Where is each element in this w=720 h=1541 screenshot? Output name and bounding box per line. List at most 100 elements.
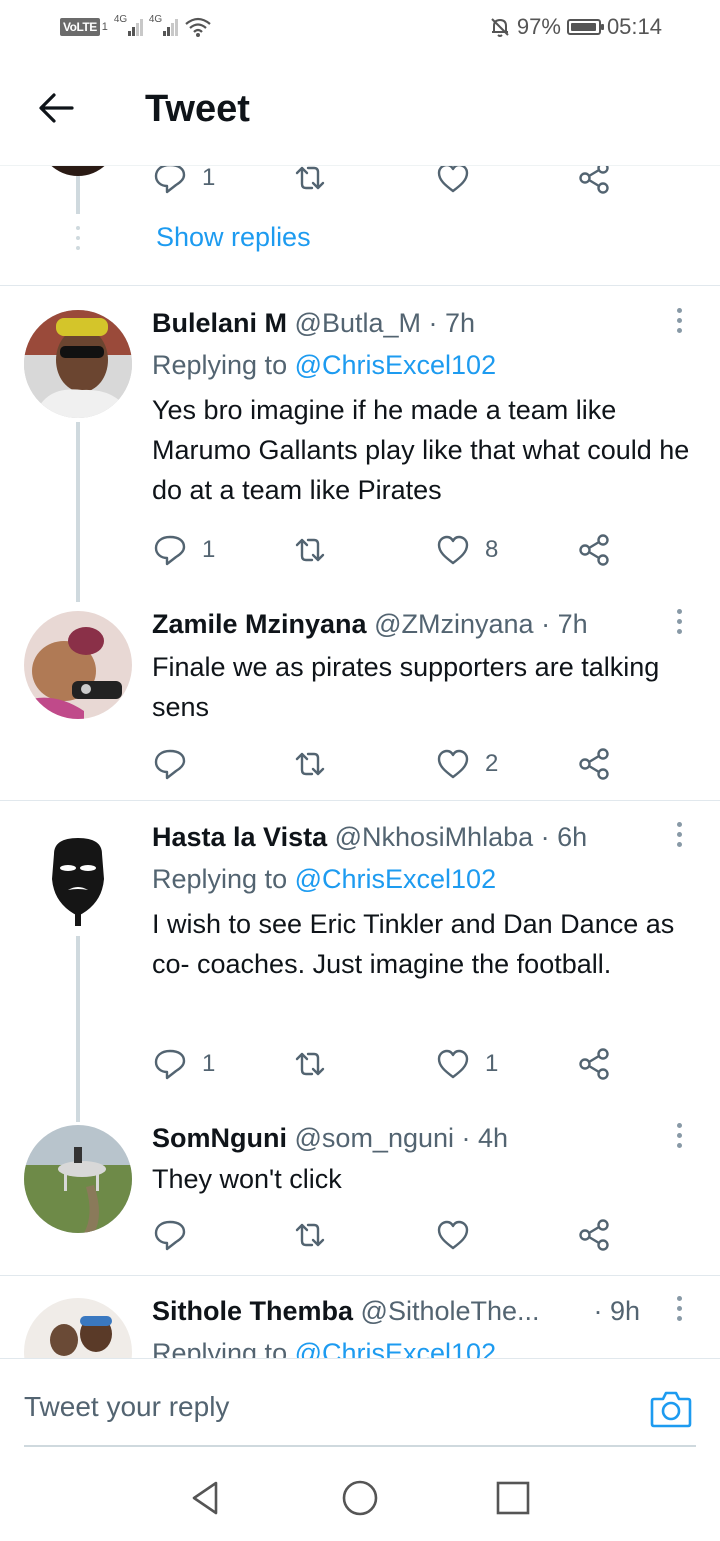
status-right: 97% 05:14: [489, 13, 662, 41]
retweet-icon: [295, 1052, 325, 1076]
like-button[interactable]: 1: [435, 1044, 498, 1084]
reply-count: 1: [202, 1050, 216, 1077]
reply-underline: [24, 1445, 696, 1447]
replying-to-link[interactable]: @ChrisExcel102: [295, 1338, 497, 1358]
thread-dots: [75, 226, 81, 250]
avatar[interactable]: [24, 1125, 132, 1233]
back-arrow-icon[interactable]: [36, 88, 76, 128]
retweet-icon: [295, 752, 325, 776]
reply-button[interactable]: 1: [152, 530, 215, 570]
tweet-time: · 7h: [428, 308, 476, 338]
camera-icon[interactable]: [650, 1389, 692, 1429]
tweet-header: Sithole Themba @SitholeThe... · 9h: [152, 1296, 640, 1327]
reply-tweet[interactable]: Zamile Mzinyana @ZMzinyana · 7h Finale w…: [0, 609, 720, 799]
user-handle[interactable]: @ZMzinyana: [374, 609, 533, 639]
retweet-button[interactable]: [292, 1215, 342, 1255]
tweet-actions: 1 8: [152, 530, 622, 570]
user-handle[interactable]: @NkhosiMhlaba: [335, 822, 534, 852]
reply-tweet[interactable]: Hasta la Vista @NkhosiMhlaba · 6h Replyi…: [0, 822, 720, 1122]
display-name[interactable]: Sithole Themba: [152, 1296, 353, 1326]
avatar-photo: [24, 1298, 132, 1358]
user-handle[interactable]: @Butla_M: [295, 308, 421, 338]
volte-badge: VoLTE: [60, 18, 100, 36]
more-options-icon[interactable]: [672, 1296, 686, 1326]
tweet-actions: 2: [152, 744, 622, 784]
more-options-icon[interactable]: [672, 308, 686, 338]
reply-button[interactable]: 1: [152, 166, 215, 198]
more-options-icon[interactable]: [672, 609, 686, 639]
heart-icon: [437, 749, 469, 779]
reply-icon: [154, 1049, 186, 1080]
avatar[interactable]: [24, 1298, 132, 1358]
reply-tweet[interactable]: Sithole Themba @SitholeThe... · 9h Reply…: [0, 1296, 720, 1358]
retweet-button[interactable]: [292, 530, 342, 570]
replying-to-link[interactable]: @ChrisExcel102: [295, 864, 497, 894]
share-button[interactable]: [576, 1215, 612, 1255]
replying-to-link[interactable]: @ChrisExcel102: [295, 350, 497, 380]
like-count: 1: [485, 1050, 499, 1077]
retweet-button[interactable]: [292, 166, 328, 198]
retweet-button[interactable]: [292, 1044, 342, 1084]
like-button[interactable]: [435, 1215, 485, 1255]
signal-icon-2: 4G: [149, 14, 178, 36]
replying-prefix: Replying to: [152, 350, 288, 380]
replying-to: Replying to @ChrisExcel102: [152, 864, 496, 895]
network-type-2: 4G: [148, 14, 163, 25]
home-circle-icon[interactable]: [340, 1478, 380, 1518]
replying-to: Replying to @ChrisExcel102: [152, 1338, 496, 1358]
avatar-photo: [24, 824, 132, 932]
reply-count: 1: [202, 166, 216, 191]
reply-button[interactable]: [152, 744, 202, 784]
recents-square-icon[interactable]: [493, 1478, 533, 1518]
like-button[interactable]: [435, 166, 471, 198]
display-name[interactable]: SomNguni: [152, 1123, 287, 1153]
status-left: VoLTE 1 4G 4G: [60, 14, 212, 40]
display-name[interactable]: Zamile Mzinyana: [152, 609, 367, 639]
retweet-button[interactable]: [292, 744, 342, 784]
status-bar: VoLTE 1 4G 4G 97% 05:14: [0, 0, 720, 56]
reply-tweet[interactable]: SomNguni @som_nguni · 4h They won't clic…: [0, 1123, 720, 1273]
reply-icon: [154, 535, 186, 566]
clock: 05:14: [606, 14, 662, 39]
system-navbar: [0, 1460, 720, 1541]
share-button[interactable]: [576, 530, 612, 570]
more-options-icon[interactable]: [672, 1123, 686, 1153]
avatar[interactable]: [24, 310, 132, 418]
heart-icon: [437, 535, 469, 565]
retweet-icon: [295, 1223, 325, 1247]
reply-icon: [154, 749, 186, 780]
reply-input[interactable]: Tweet your reply: [24, 1391, 229, 1423]
reply-tweet[interactable]: Bulelani M @Butla_M · 7h Replying to @Ch…: [0, 308, 720, 602]
tweet-header: Bulelani M @Butla_M · 7h: [152, 308, 640, 339]
display-name[interactable]: Bulelani M: [152, 308, 287, 338]
share-button[interactable]: [576, 1044, 612, 1084]
replies-feed[interactable]: 1 Show replies Bulelani M @Butla_M · 7h …: [0, 166, 720, 1358]
battery-icon: [566, 19, 604, 35]
back-triangle-icon[interactable]: [186, 1478, 226, 1518]
replying-prefix: Replying to: [152, 864, 288, 894]
share-button[interactable]: [576, 744, 612, 784]
display-name[interactable]: Hasta la Vista: [152, 822, 327, 852]
tweet-text: They won't click: [152, 1164, 342, 1194]
reply-button[interactable]: [152, 1215, 202, 1255]
tweet-text: Yes bro imagine if he made a team like M…: [152, 395, 690, 505]
like-button[interactable]: 2: [435, 744, 498, 784]
more-options-icon[interactable]: [672, 822, 686, 852]
heart-icon: [437, 1220, 469, 1250]
tweet-header: SomNguni @som_nguni · 4h: [152, 1123, 640, 1154]
like-button[interactable]: 8: [435, 530, 498, 570]
thread-line: [76, 936, 80, 1122]
page-title: Tweet: [145, 88, 250, 130]
avatar[interactable]: [24, 611, 132, 719]
battery-fill: [570, 23, 597, 31]
reply-button[interactable]: 1: [152, 1044, 215, 1084]
show-replies-link[interactable]: Show replies: [156, 222, 311, 253]
divider: [0, 1275, 720, 1276]
avatar[interactable]: [24, 824, 132, 932]
avatar[interactable]: [38, 166, 118, 176]
user-handle[interactable]: @SitholeThe...: [361, 1296, 540, 1326]
tweet-actions: [152, 1215, 622, 1255]
user-handle[interactable]: @som_nguni: [295, 1123, 455, 1153]
share-button[interactable]: [576, 166, 612, 198]
divider: [0, 800, 720, 801]
